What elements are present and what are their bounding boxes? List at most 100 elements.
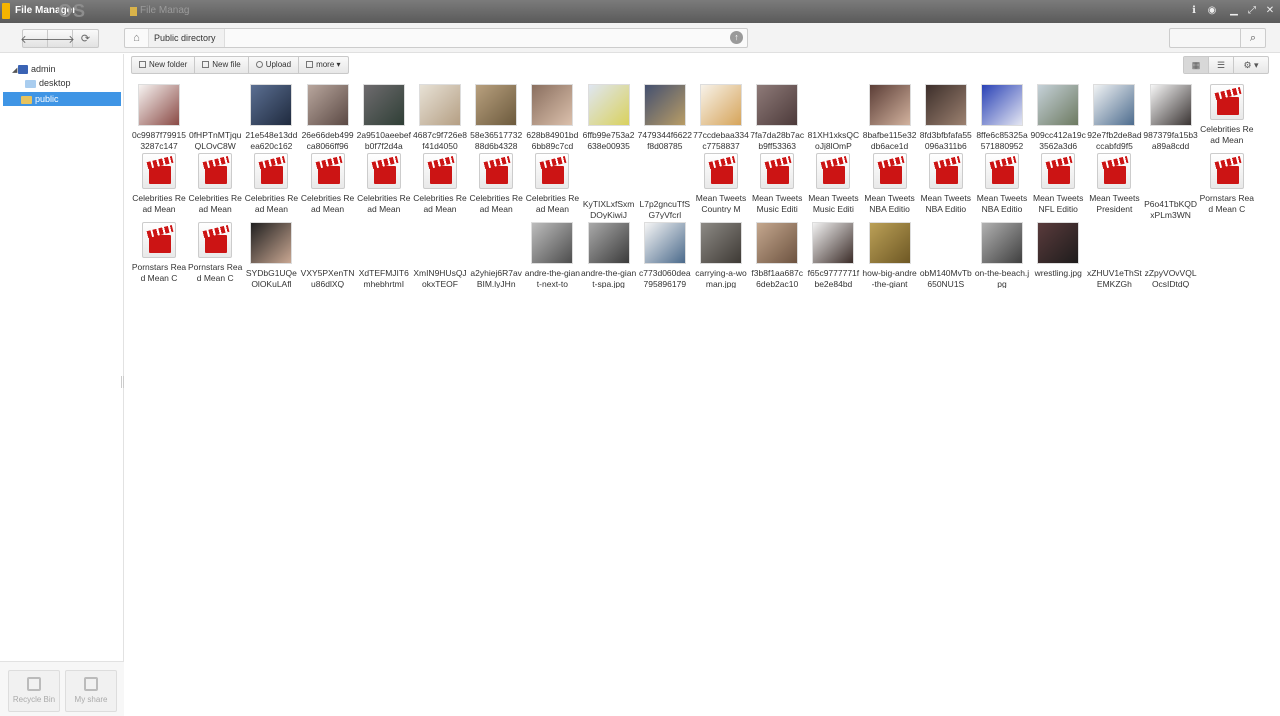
refresh-button[interactable]: ⟳ [73, 30, 98, 47]
file-item[interactable]: 0fHPTnMTjquQLOvC8W [187, 80, 243, 150]
sort-options-button[interactable]: ⚙ ▾ [1234, 57, 1268, 73]
file-item[interactable]: Pornstars Read Mean C [131, 218, 187, 284]
file-item[interactable]: Mean Tweets Music Editi [805, 149, 861, 215]
new-folder-button[interactable]: New folder [132, 57, 196, 73]
forward-button[interactable]: 🡒 [45, 30, 75, 47]
file-name: xZHUV1eThStEMKZGh [1086, 268, 1142, 288]
file-item[interactable]: 4687c9f726e8f41d4050 [412, 80, 468, 150]
file-item[interactable]: Celebrities Read Mean [1199, 80, 1255, 146]
file-item[interactable]: f65c9777771fbe2e84bd [805, 218, 861, 288]
file-item[interactable]: L7p2gncuTfSG7yVfcrl [637, 149, 693, 219]
window-tab[interactable]: File Manag [140, 5, 189, 16]
file-item[interactable]: wrestling.jpg [1030, 218, 1086, 284]
my-share-button[interactable]: My share [65, 670, 117, 712]
file-item[interactable]: carrying-a-woman.jpg [693, 218, 749, 288]
back-button[interactable]: 🡐 [20, 30, 50, 47]
blank-thumbnail [644, 153, 686, 195]
file-item[interactable]: 987379fa15b3a89a8cdd [1143, 80, 1199, 150]
file-item[interactable]: Celebrities Read Mean [131, 149, 187, 215]
file-item[interactable]: how-big-andre-the-giant [862, 218, 918, 288]
file-name: 8fd3bfbfafa55096a311b6 [919, 130, 972, 150]
file-name: 0fHPTnMTjquQLOvC8W [188, 130, 242, 150]
file-item[interactable]: Celebrities Read Mean [243, 149, 299, 215]
settings-icon[interactable]: ◉ [1206, 5, 1218, 17]
file-name: 6ffb99e753a2638e00935 [582, 130, 635, 150]
close-button[interactable]: ✕ [1264, 5, 1276, 17]
file-item[interactable]: on-the-beach.jpg [974, 218, 1030, 288]
file-item[interactable]: Celebrities Read Mean [468, 149, 524, 215]
file-item[interactable]: 8ffe6c85325a571880952 [974, 80, 1030, 150]
file-item[interactable]: SYDbG1UQeOlOKuLAfl [243, 218, 299, 288]
maximize-button[interactable]: ⤢ [1246, 5, 1258, 17]
tree-label: public [35, 94, 59, 104]
home-icon[interactable]: ⌂ [125, 29, 149, 47]
file-item[interactable]: obM140MvTb650NU1S [918, 218, 974, 288]
file-item[interactable]: 7479344f6622f8d08785 [637, 80, 693, 150]
image-thumbnail [756, 222, 799, 264]
file-item[interactable]: VXY5PXenTNu86dlXQ [300, 218, 356, 288]
file-item[interactable]: 628b84901bd6bb89c7cd [524, 80, 580, 150]
new-file-button[interactable]: New file [195, 57, 249, 73]
panel-splitter[interactable] [121, 376, 124, 388]
tree-item-public[interactable]: public [3, 92, 121, 106]
file-item[interactable]: Mean Tweets Country M [693, 149, 749, 215]
search-icon[interactable]: ⌕ [1240, 29, 1265, 47]
file-item[interactable]: 6ffb99e753a2638e00935 [581, 80, 637, 150]
file-name: f65c9777771fbe2e84bd [807, 268, 860, 288]
app-logo-icon [2, 3, 10, 19]
file-item[interactable]: 2a9510aeebefb0f7f2d4a [356, 80, 412, 150]
file-item[interactable]: Celebrities Read Mean [524, 149, 580, 215]
file-item[interactable]: Mean Tweets NBA Editio [862, 149, 918, 215]
file-item[interactable]: andre-the-giant-spa.jpg [581, 218, 637, 288]
file-item[interactable]: 92e7fb2de8adccabfd9f5 [1086, 80, 1142, 150]
tree-item-desktop[interactable]: desktop [25, 76, 71, 90]
file-item[interactable]: 26e66deb499ca8066ff96 [300, 80, 356, 150]
upload-button[interactable]: Upload [249, 57, 300, 73]
file-name: Celebrities Read Mean [413, 193, 467, 213]
file-item[interactable]: zZpyVOvVQLOcsIDtdQ [1143, 218, 1199, 288]
minimize-button[interactable]: ▁ [1228, 5, 1240, 17]
file-item[interactable]: Celebrities Read Mean [412, 149, 468, 215]
file-item[interactable]: a2yhiej6R7avBIM.lyJHn [468, 218, 524, 288]
file-item[interactable]: Mean Tweets NFL Editio [1030, 149, 1086, 215]
file-item[interactable]: Celebrities Read Mean [356, 149, 412, 215]
file-item[interactable]: 8bafbe115e32db6ace1d [862, 80, 918, 150]
more-dropdown[interactable]: more ▾ [299, 57, 347, 73]
file-item[interactable]: XmIN9HUsQJokxTEOF [412, 218, 468, 288]
file-item[interactable]: andre-the-giant-next-to [524, 218, 580, 288]
file-name: 0c9987f799153287c147 [132, 130, 186, 150]
address-bar[interactable]: ⌂ Public directory ↑ [124, 28, 748, 48]
file-item[interactable]: Mean Tweets NBA Editio [918, 149, 974, 215]
file-item[interactable]: Celebrities Read Mean [187, 149, 243, 215]
file-item[interactable]: KyTIXLxfSxmDOyKiwiJ [581, 149, 637, 219]
file-item[interactable]: f3b8f1aa687c6deb2ac10 [749, 218, 805, 288]
info-icon[interactable]: ℹ [1188, 5, 1200, 17]
file-item[interactable]: XdTEFMJIT6mhebhrtmI [356, 218, 412, 288]
recycle-bin-button[interactable]: Recycle Bin [8, 670, 60, 712]
file-item[interactable]: 21e548e13ddea620c162 [243, 80, 299, 150]
image-thumbnail [419, 84, 461, 126]
image-thumbnail [700, 222, 742, 264]
tree-item-admin[interactable]: ◢ admin [12, 62, 56, 76]
file-item[interactable]: Pornstars Read Mean C [187, 218, 243, 284]
file-item[interactable]: 77ccdebaa334c7758837 [693, 80, 749, 150]
breadcrumb[interactable]: Public directory [149, 29, 225, 47]
list-view-button[interactable]: ☰ [1209, 57, 1234, 73]
file-item[interactable]: Mean Tweets President [1086, 149, 1142, 215]
file-item[interactable]: 81XH1xksQCoJj8lOmP [805, 80, 861, 150]
file-item[interactable]: xZHUV1eThStEMKZGh [1086, 218, 1142, 288]
file-item[interactable]: 0c9987f799153287c147 [131, 80, 187, 150]
file-item[interactable]: P6o41TbKQDxPLm3WN [1143, 149, 1199, 219]
search-input[interactable] [1170, 29, 1240, 47]
go-up-icon[interactable]: ↑ [730, 31, 743, 44]
grid-view-button[interactable]: ▦ [1184, 57, 1209, 73]
file-item[interactable]: Mean Tweets Music Editi [749, 149, 805, 215]
file-item[interactable]: 7fa7da28b7acb9ff53363 [749, 80, 805, 150]
file-item[interactable]: 58e3651773288d6b4328 [468, 80, 524, 150]
file-item[interactable]: c773d060dea795896179 [637, 218, 693, 288]
file-item[interactable]: Pornstars Read Mean C [1199, 149, 1255, 215]
file-item[interactable]: 909cc412a19c3562a3d6 [1030, 80, 1086, 150]
file-item[interactable]: Mean Tweets NBA Editio [974, 149, 1030, 215]
file-item[interactable]: 8fd3bfbfafa55096a311b6 [918, 80, 974, 150]
file-item[interactable]: Celebrities Read Mean [300, 149, 356, 215]
